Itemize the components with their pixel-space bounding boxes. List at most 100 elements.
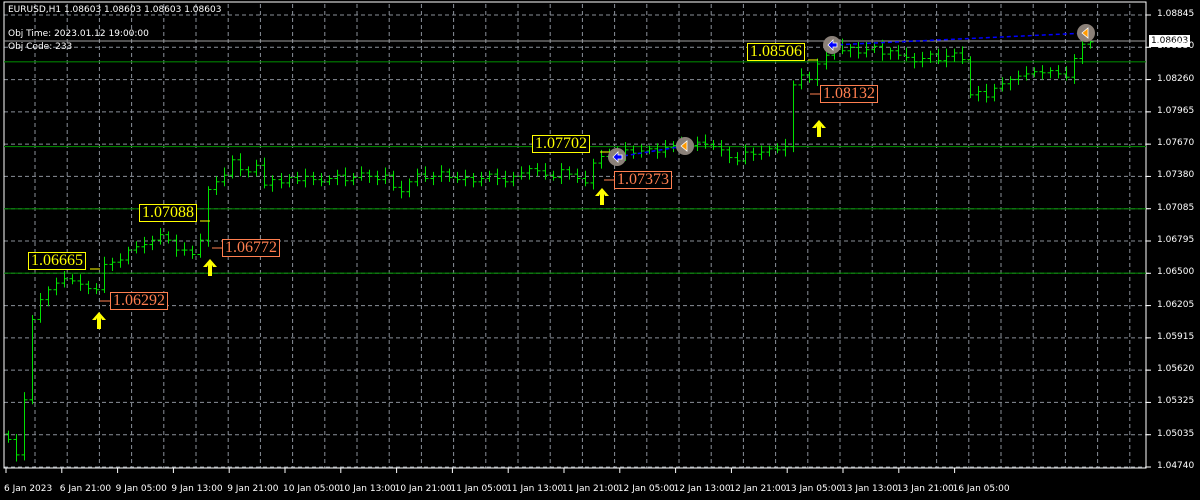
- ohlc-bar: [1063, 66, 1070, 81]
- ohlc-bar: [101, 256, 108, 294]
- trade-line: [831, 32, 1087, 46]
- x-tick-label: 13 Jan 21:00: [896, 484, 954, 494]
- ohlc-bar: [69, 274, 76, 285]
- ohlc-bar: [534, 163, 541, 177]
- ohlc-bar: [237, 153, 244, 177]
- ohlc-bar: [117, 253, 124, 268]
- x-tick-label: 9 Jan 21:00: [227, 484, 279, 494]
- ohlc-bar: [382, 167, 389, 185]
- ohlc-bar: [454, 171, 461, 183]
- ohlc-bar: [358, 166, 365, 181]
- low-label[interactable]: 1.06772: [222, 239, 280, 257]
- price-chart[interactable]: [0, 0, 1200, 500]
- x-tick-label: 12 Jan 13:00: [673, 484, 731, 494]
- ohlc-bar: [814, 58, 821, 87]
- buy-arrow-icon: [92, 312, 106, 329]
- x-tick-label: 13 Jan 05:00: [785, 484, 843, 494]
- ohlc-bar: [213, 176, 220, 196]
- symbol-info: EURUSD,H1 1.08603 1.08603 1.08603 1.0860…: [8, 5, 222, 15]
- ohlc-bar: [911, 52, 918, 69]
- y-tick-label: 1.07380: [1157, 170, 1195, 181]
- ohlc-bar: [943, 48, 950, 68]
- high-label[interactable]: 1.07088: [139, 204, 197, 222]
- ohlc-bar: [141, 236, 148, 254]
- low-label[interactable]: 1.07373: [614, 171, 672, 189]
- ohlc-bar: [334, 169, 341, 186]
- ohlc-bar: [438, 165, 445, 182]
- ohlc-bar: [478, 171, 485, 187]
- y-tick-label: 1.07670: [1157, 138, 1195, 149]
- ohlc-bar: [406, 178, 413, 198]
- ohlc-bar: [430, 171, 437, 186]
- low-label[interactable]: 1.08132: [820, 85, 878, 103]
- ohlc-bar: [149, 235, 156, 251]
- ohlc-bar: [125, 246, 132, 265]
- ohlc-bar: [45, 286, 52, 307]
- ohlc-bar: [310, 171, 317, 186]
- ohlc-bar: [919, 51, 926, 68]
- ohlc-bar: [77, 274, 84, 291]
- ohlc-bar: [229, 155, 236, 179]
- ohlc-bar: [758, 145, 765, 160]
- ohlc-bar: [269, 175, 276, 192]
- ohlc-bar: [462, 169, 469, 187]
- ohlc-bar: [782, 138, 789, 157]
- ohlc-bar: [510, 171, 517, 187]
- ohlc-bar: [734, 152, 741, 166]
- buy-arrow-icon: [812, 120, 826, 137]
- ohlc-bar: [390, 170, 397, 191]
- ohlc-bar: [1047, 67, 1054, 79]
- y-tick-label: 1.08260: [1157, 73, 1195, 84]
- ohlc-bar: [302, 168, 309, 188]
- x-tick-label: 11 Jan 05:00: [450, 484, 508, 494]
- ohlc-bar: [558, 163, 565, 185]
- ohlc-bar: [398, 180, 405, 199]
- ohlc-bar: [951, 48, 958, 62]
- plot-frame: [3, 1, 1147, 469]
- ohlc-bar: [542, 163, 549, 180]
- x-tick-label: 10 Jan 05:00: [283, 484, 340, 494]
- ohlc-bar: [157, 228, 164, 245]
- ohlc-bar: [93, 283, 100, 295]
- ohlc-bar: [414, 168, 421, 187]
- ohlc-bar: [294, 171, 301, 185]
- ohlc-bar: [165, 231, 172, 244]
- x-tick-label: 11 Jan 21:00: [562, 484, 619, 494]
- high-label[interactable]: 1.07702: [532, 135, 590, 153]
- x-tick-label: 9 Jan 13:00: [171, 484, 223, 494]
- ohlc-bar: [205, 186, 212, 247]
- ohlc-bar: [133, 241, 140, 254]
- ohlc-bar: [590, 158, 597, 190]
- ohlc-bar: [726, 146, 733, 164]
- ohlc-bar: [630, 145, 637, 159]
- y-tick-label: 1.07965: [1157, 105, 1195, 116]
- y-tick-label: 1.04740: [1157, 461, 1195, 471]
- ohlc-bar: [598, 149, 605, 169]
- ohlc-bar: [1023, 66, 1030, 81]
- ohlc-bar: [350, 173, 357, 186]
- ohlc-bar: [798, 68, 805, 90]
- high-label[interactable]: 1.06665: [28, 252, 86, 270]
- trade-line: [616, 145, 686, 158]
- x-tick-label: 13 Jan 13:00: [841, 484, 898, 494]
- high-label[interactable]: 1.08506: [747, 43, 805, 61]
- ohlc-bar: [13, 433, 20, 462]
- x-tick-label: 11 Jan 13:00: [506, 484, 564, 494]
- y-tick-label: 1.08550: [1157, 41, 1195, 52]
- ohlc-bar: [181, 242, 188, 256]
- x-tick-label: 12 Jan 05:00: [617, 484, 675, 494]
- ohlc-bar: [550, 170, 557, 181]
- ohlc-bar: [189, 245, 196, 259]
- buy-arrow-icon: [595, 188, 609, 205]
- y-tick-label: 1.05915: [1157, 331, 1195, 342]
- low-label[interactable]: 1.06292: [110, 292, 168, 310]
- ohlc-bar: [5, 430, 12, 443]
- ohlc-bar: [197, 233, 204, 258]
- ohlc-bar: [566, 166, 573, 180]
- x-tick-label: 6 Jan 21:00: [59, 484, 112, 494]
- ohlc-bar: [790, 80, 797, 153]
- x-tick-label: 12 Jan 21:00: [729, 484, 787, 494]
- ohlc-bar: [53, 277, 60, 296]
- ohlc-bar: [261, 157, 268, 189]
- x-tick-label: 6 Jan 2023: [4, 484, 53, 494]
